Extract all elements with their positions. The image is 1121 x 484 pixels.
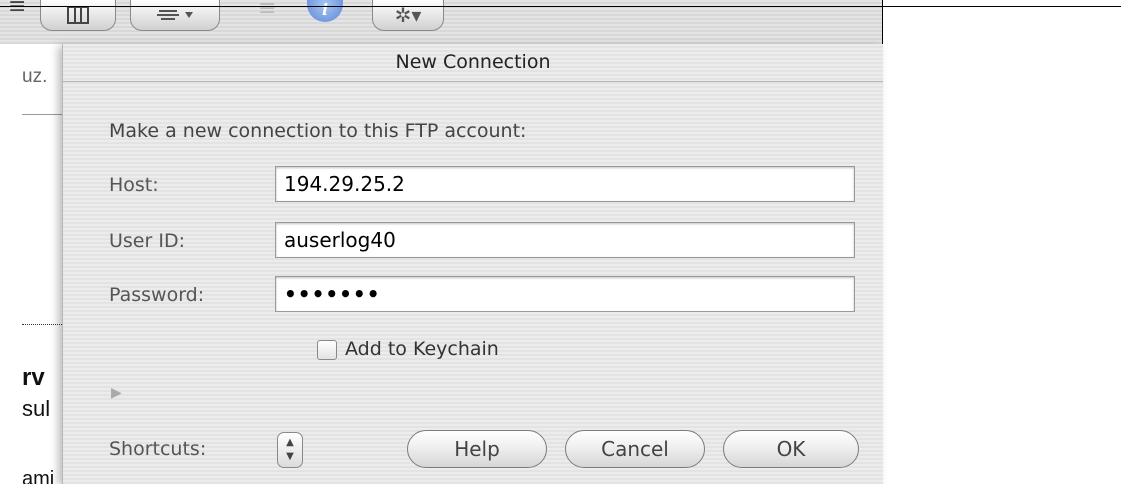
new-connection-sheet: New Connection Make a new connection to … [62,44,883,484]
title-separator [63,81,883,82]
add-to-keychain-label[interactable]: Add to Keychain [345,338,499,360]
bg-divider [22,114,62,115]
password-field[interactable]: ••••••• [275,276,855,312]
table-top-border [0,6,1121,7]
add-to-keychain-checkbox[interactable] [317,340,337,360]
help-button[interactable]: Help [407,430,547,468]
bg-text-4: ami [22,468,55,484]
arrange-icon[interactable] [130,0,220,31]
ok-button[interactable]: OK [723,430,859,468]
arrange-glyph [157,10,193,20]
bg-dotted-rule [22,324,62,325]
host-field[interactable]: 194.29.25.2 [275,166,855,202]
list-view-icon[interactable]: ≡ [8,0,26,19]
user-id-field[interactable]: auserlog40 [275,222,855,258]
dialog-prompt: Make a new connection to this FTP accoun… [109,120,527,142]
column-view-icon[interactable] [40,0,116,31]
column-view-glyph [67,6,89,24]
shortcuts-label: Shortcuts: [109,438,207,460]
user-id-label: User ID: [109,230,185,252]
dialog-title: New Connection [395,51,551,73]
bg-text-1: uz. [22,66,48,87]
path-icon[interactable]: ≡ [258,0,276,21]
info-icon[interactable]: i [307,0,343,22]
gear-icon[interactable]: ✲▾ [372,0,444,31]
password-label: Password: [109,284,205,306]
bg-text-2: rv [22,364,45,391]
cancel-button[interactable]: Cancel [565,430,705,468]
shortcuts-popup-button[interactable]: ▲ ▼ [277,432,303,468]
bg-text-3: sul [22,396,51,421]
disclosure-triangle-icon[interactable]: ▶ [111,385,122,401]
host-label: Host: [109,174,159,196]
